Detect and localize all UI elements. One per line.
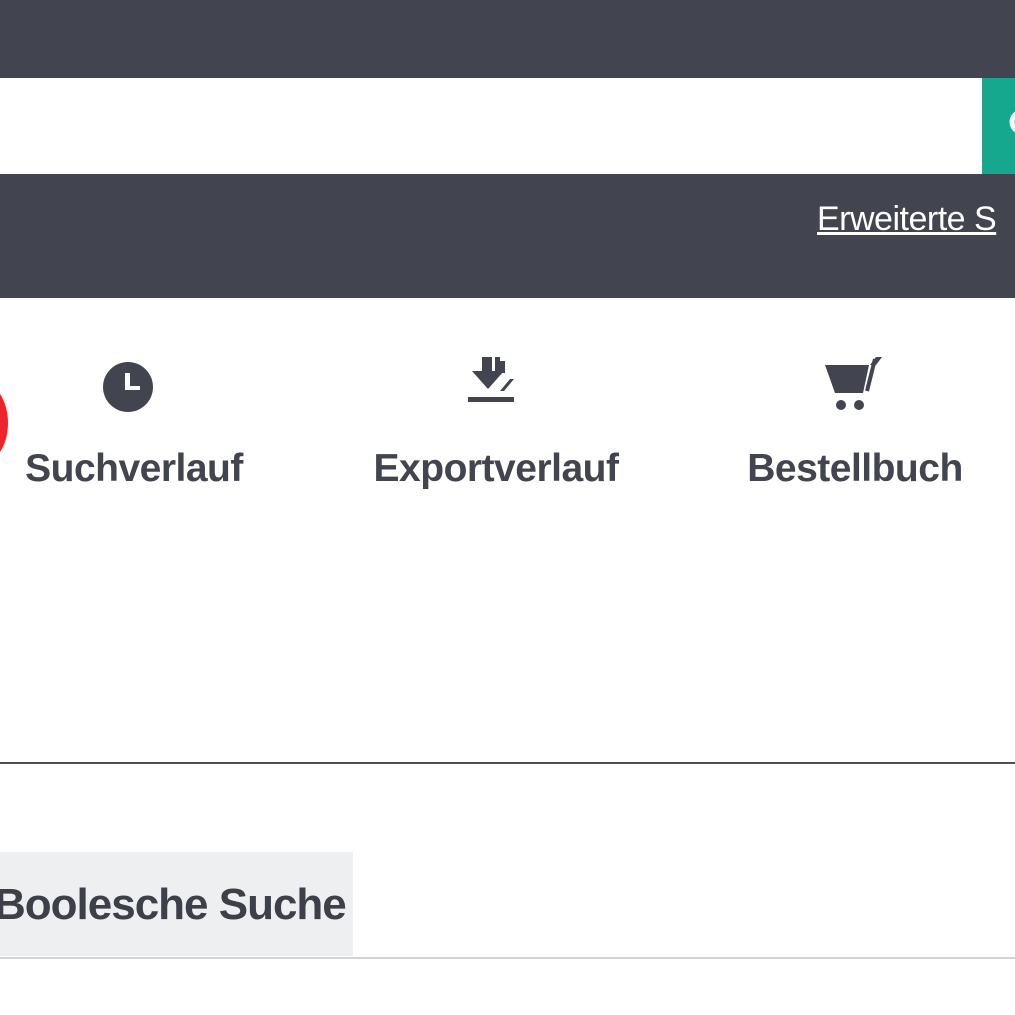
search-options-bar: Erweiterte S (0, 174, 1015, 298)
red-marker (0, 382, 8, 464)
search-input[interactable] (0, 78, 982, 174)
page: Erweiterte S Suchverlauf Exportverlauf B… (0, 0, 1015, 1015)
search-icon (1009, 111, 1015, 133)
top-header-bar (0, 0, 1015, 78)
order-book-label: Bestellbuch (747, 447, 963, 490)
order-book-button[interactable]: Bestellbuch (744, 355, 966, 505)
search-history-label: Suchverlauf (25, 447, 243, 490)
tabs-divider (0, 957, 1015, 959)
search-bar (0, 78, 1015, 174)
download-icon (468, 357, 514, 402)
advanced-search-link[interactable]: Erweiterte S (817, 200, 997, 239)
tab-boolean-search-label: Boolesche Suche (0, 880, 347, 929)
export-history-button[interactable]: Exportverlauf (372, 355, 620, 505)
section-divider (0, 762, 1015, 764)
tab-boolean-search[interactable]: Boolesche Suche (0, 852, 353, 956)
search-button[interactable] (982, 78, 1015, 174)
export-history-label: Exportverlauf (373, 447, 619, 490)
search-history-button[interactable]: Suchverlauf (22, 355, 246, 505)
clock-icon (103, 362, 153, 412)
cart-icon (825, 357, 882, 410)
